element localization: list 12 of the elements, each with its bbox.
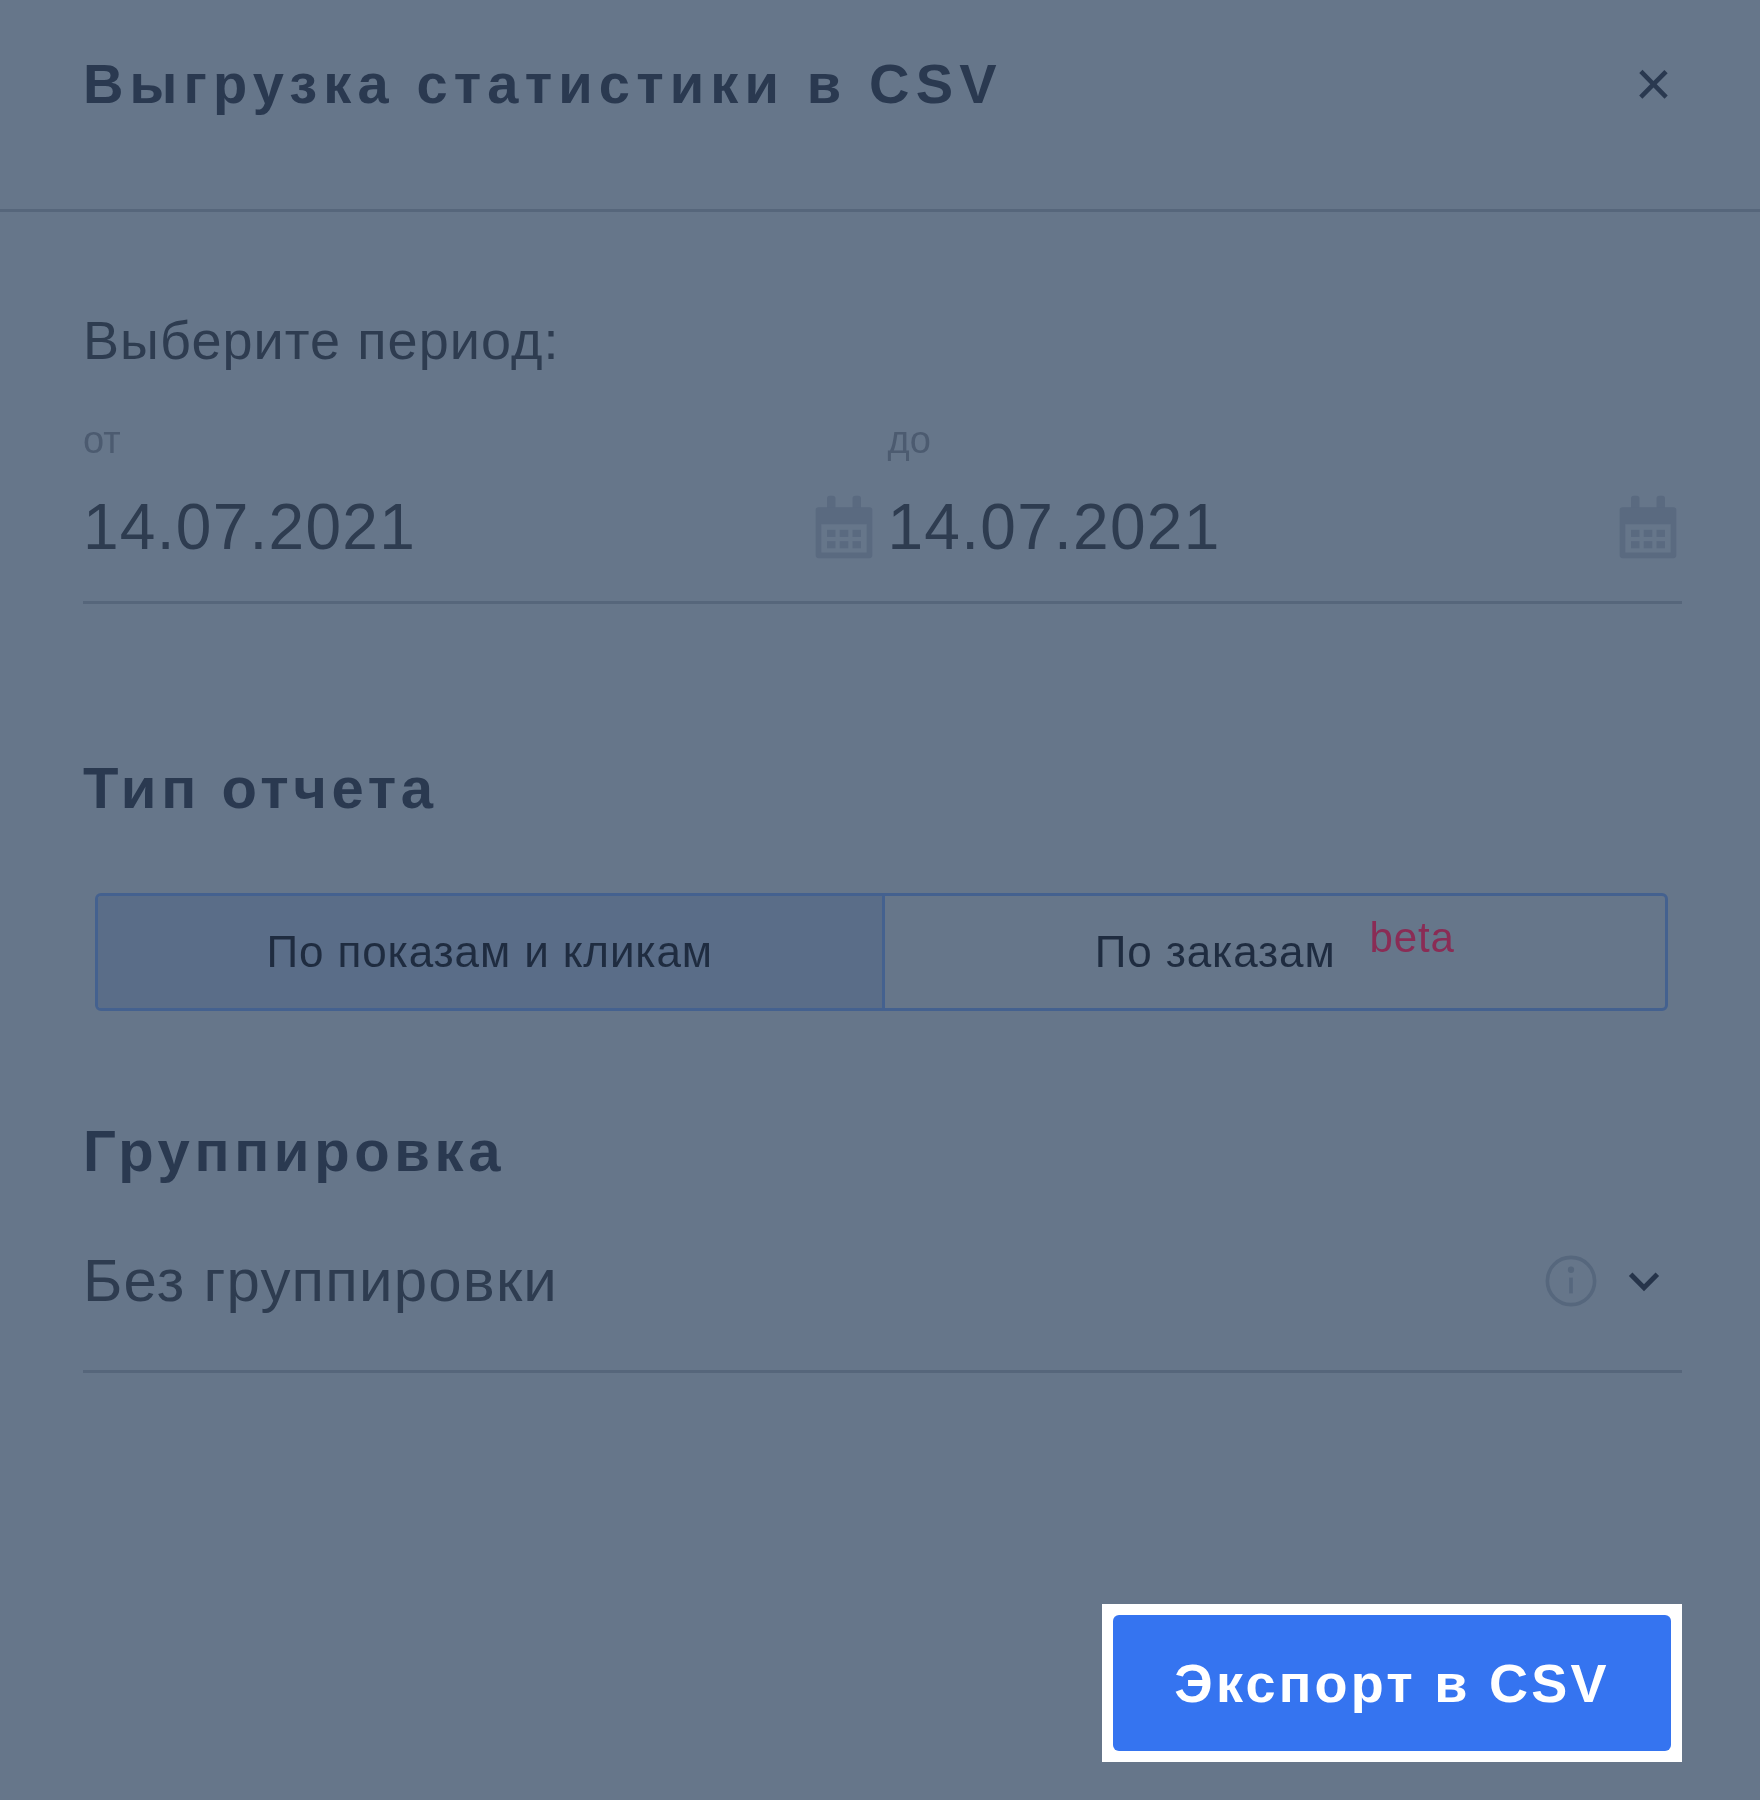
report-type-tab[interactable]: По показам и кликам [98,896,882,1008]
date-field[interactable]: 14.07.2021 [887,489,1682,565]
date-field[interactable]: 14.07.2021 [83,489,878,565]
section-heading: Группировка [83,1117,507,1185]
close-button[interactable]: × [1634,51,1672,116]
export-button[interactable]: Экспорт в CSV [1113,1615,1671,1751]
report-type-tab[interactable]: По заказам beta [881,896,1665,1008]
grouping-dropdown[interactable]: Без группировки [83,1236,1682,1373]
beta-label: beta [1369,912,1455,963]
dialog-title: Выгрузка статистики в CSV [83,50,1003,117]
section-heading: Тип отчета [83,754,439,822]
period-label: Выберите период: [83,309,561,372]
